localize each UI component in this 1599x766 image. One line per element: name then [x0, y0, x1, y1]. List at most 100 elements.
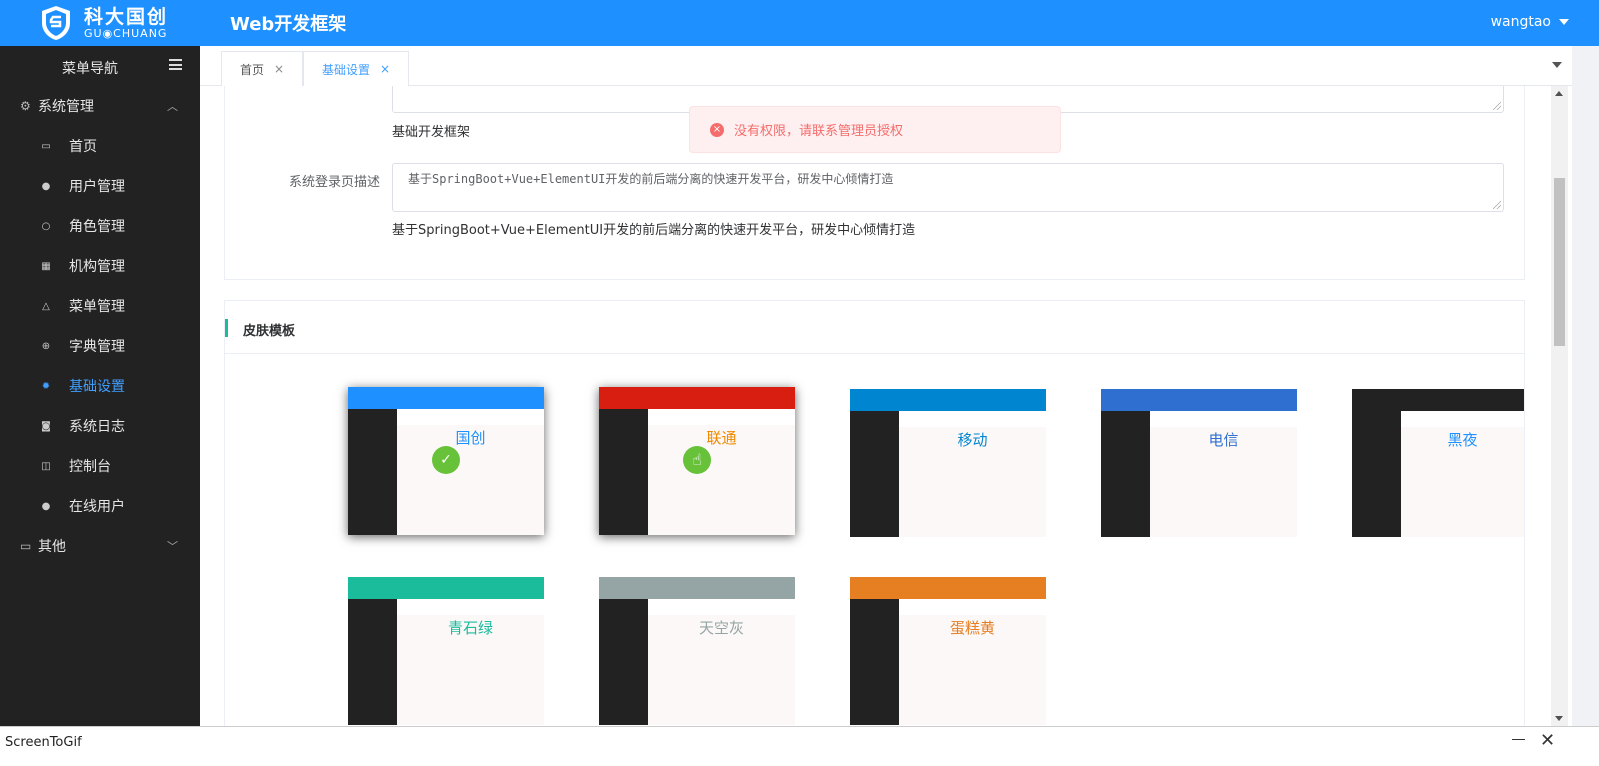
skin-header-preview: [850, 389, 1046, 411]
skin-tabbar-preview: [1401, 411, 1524, 427]
main-content: 基础开发框架 系统登录页描述 基于SpringBoot+Vue+ElementU…: [200, 86, 1572, 741]
tabs-dropdown-icon[interactable]: [1552, 62, 1562, 68]
tab-basic-settings[interactable]: 基础设置 ×: [303, 51, 410, 87]
skin-tabbar-preview: [648, 409, 795, 425]
chevron-up-icon: ︿: [167, 100, 178, 113]
menu-group-label: 系统管理: [38, 99, 94, 115]
toast-message: 没有权限，请联系管理员授权: [734, 124, 904, 139]
check-icon: ✓: [432, 446, 460, 474]
screentogif-bar: ScreenToGif ✕: [0, 726, 1599, 766]
skin-tile[interactable]: 黑夜: [1352, 389, 1524, 537]
menu-item-label: 机构管理: [69, 259, 125, 275]
grid-icon: ▦: [41, 260, 51, 272]
logo-text-cn: 科大国创: [84, 6, 169, 28]
skin-header-preview: [348, 577, 544, 599]
resize-grip-icon[interactable]: [1493, 102, 1501, 110]
app-title: Web开发框架: [230, 14, 347, 35]
skin-tabbar-preview: [1150, 411, 1297, 427]
login-desc-textarea[interactable]: 基于SpringBoot+Vue+ElementUI开发的前后端分离的快速开发平…: [392, 163, 1504, 212]
caret-down-icon: [1559, 19, 1569, 25]
menu-item-online-users[interactable]: ● 在线用户: [0, 486, 200, 526]
scroll-up-icon[interactable]: [1555, 91, 1563, 96]
skin-header-preview: [348, 387, 544, 409]
menu-item-dict[interactable]: ⊕ 字典管理: [0, 326, 200, 366]
username: wangtao: [1490, 14, 1551, 30]
menu-group-system[interactable]: ⚙ 系统管理 ︿: [0, 86, 200, 126]
error-icon: ×: [710, 122, 724, 137]
skin-label: 青石绿: [447, 619, 493, 637]
scroll-thumb[interactable]: [1554, 178, 1565, 346]
menu-item-label: 首页: [69, 139, 97, 155]
skin-sidebar-preview: [348, 599, 397, 725]
close-icon[interactable]: ✕: [1540, 730, 1555, 751]
folder-icon: ▭: [20, 539, 32, 553]
top-bar: 科大国创 GU◉CHUANG Web开发框架 wangtao: [0, 0, 1599, 46]
scroll-down-icon[interactable]: [1555, 716, 1563, 721]
hover-pointer-icon: ☝: [683, 446, 711, 474]
skin-sidebar-preview: [1101, 411, 1150, 537]
menu-item-label: 在线用户: [69, 499, 125, 515]
user-icon: ●: [41, 180, 51, 192]
user-menu[interactable]: wangtao: [1491, 14, 1569, 30]
menu-item-label: 用户管理: [69, 179, 125, 195]
camera-icon: ◙: [41, 420, 51, 432]
menu-item-org[interactable]: ▦ 机构管理: [0, 246, 200, 286]
skin-label: 国创: [455, 429, 486, 447]
skin-card-header: 皮肤模板: [225, 301, 1524, 354]
menu-item-logs[interactable]: ◙ 系统日志: [0, 406, 200, 446]
skin-sidebar-preview: [599, 599, 648, 725]
title-accent-bar: [225, 319, 228, 337]
resize-grip-icon[interactable]: [1493, 201, 1501, 209]
skin-tabbar-preview: [648, 599, 795, 615]
sidebar-header: 菜单导航: [0, 46, 200, 86]
minimize-icon[interactable]: [1512, 739, 1525, 740]
skin-sidebar-preview: [348, 409, 397, 535]
skin-tile[interactable]: 蛋糕黄: [850, 577, 1046, 725]
gear-outline-icon: ⚙: [20, 99, 31, 113]
shield-logo-icon: [42, 6, 70, 40]
menu-item-label: 角色管理: [69, 219, 125, 235]
recorder-name: ScreenToGif: [5, 735, 82, 750]
menu-item-label: 控制台: [69, 459, 111, 475]
skin-label: 移动: [957, 431, 988, 449]
close-icon[interactable]: ×: [274, 62, 284, 76]
menu-item-menus[interactable]: △ 菜单管理: [0, 286, 200, 326]
skin-tile[interactable]: 电信: [1101, 389, 1297, 537]
skin-tile[interactable]: 青石绿: [348, 577, 544, 725]
skin-tile[interactable]: 国创 ✓: [348, 387, 544, 535]
logo: 科大国创 GU◉CHUANG: [40, 4, 200, 42]
skin-tile[interactable]: 天空灰: [599, 577, 795, 725]
sidebar: 菜单导航 ⚙ 系统管理 ︿ ▭ 首页 ● 用户管理 ○ 角色管理 ▦ 机构管理 …: [0, 46, 200, 741]
skin-label: 蛋糕黄: [949, 619, 995, 637]
menu-item-basic-settings[interactable]: ✹ 基础设置: [0, 366, 200, 406]
menu-item-console[interactable]: ◫ 控制台: [0, 446, 200, 486]
tab-bar: 首页 × 基础设置 ×: [200, 46, 1572, 87]
plus-circle-icon: ⊕: [41, 340, 51, 352]
tab-home[interactable]: 首页 ×: [221, 51, 304, 86]
gear-icon: ✹: [41, 380, 51, 392]
error-toast: × 没有权限，请联系管理员授权: [689, 106, 1061, 153]
skin-label: 黑夜: [1447, 431, 1478, 449]
login-desc-value: 基于SpringBoot+Vue+ElementUI开发的前后端分离的快速开发平…: [408, 172, 894, 186]
menu-item-label: 菜单管理: [69, 299, 125, 315]
logo-text-en: GU◉CHUANG: [84, 27, 168, 40]
skin-tabbar-preview: [899, 599, 1046, 615]
menu-item-label: 基础设置: [69, 379, 125, 395]
menu-item-roles[interactable]: ○ 角色管理: [0, 206, 200, 246]
menu-group-label: 其他: [38, 539, 66, 555]
skin-label: 天空灰: [698, 619, 744, 637]
menu-group-other[interactable]: ▭ 其他 ﹀: [0, 526, 200, 566]
skin-sidebar-preview: [850, 411, 899, 537]
menu-item-home[interactable]: ▭ 首页: [0, 126, 200, 166]
close-icon[interactable]: ×: [380, 62, 390, 76]
menu-item-users[interactable]: ● 用户管理: [0, 166, 200, 206]
login-desc-label: 系统登录页描述: [288, 175, 380, 190]
skin-tile[interactable]: 移动: [850, 389, 1046, 537]
bag-icon: △: [42, 300, 50, 312]
skin-header-preview: [1101, 389, 1297, 411]
skin-tile[interactable]: 联通 ☝: [599, 387, 795, 535]
chevron-down-icon: ﹀: [167, 540, 178, 553]
vertical-scrollbar[interactable]: [1551, 86, 1568, 726]
panel-icon: ◫: [41, 460, 51, 472]
collapse-menu-icon[interactable]: [169, 59, 182, 70]
